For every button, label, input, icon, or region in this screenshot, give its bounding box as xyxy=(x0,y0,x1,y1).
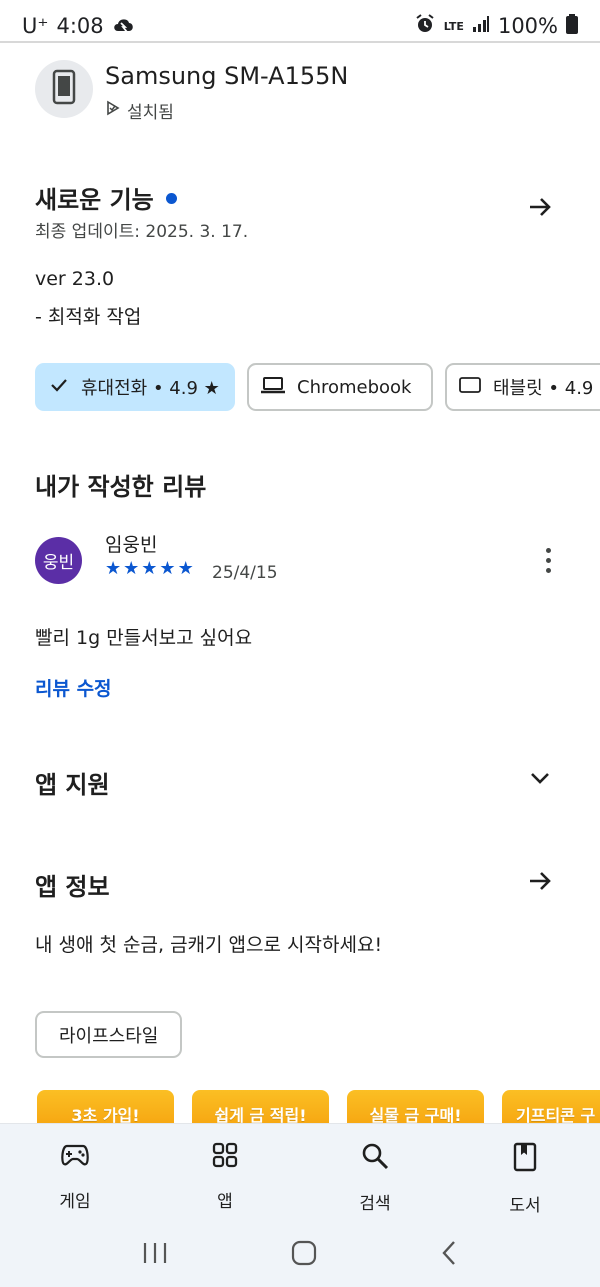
star-icon: ★ xyxy=(141,558,158,579)
device-avatar xyxy=(35,60,93,118)
apps-grid-icon xyxy=(212,1142,238,1173)
chevron-down-icon xyxy=(528,766,552,794)
status-divider xyxy=(0,41,600,43)
battery-level: 100% xyxy=(497,14,558,38)
signal-icon xyxy=(472,14,490,38)
nav-books[interactable]: 도서 xyxy=(475,1142,575,1216)
reviewer-name: 임웅빈 xyxy=(105,534,158,556)
battery-icon xyxy=(566,13,578,39)
app-description: 내 생애 첫 순금, 금캐기 앱으로 시작하세요! xyxy=(35,934,383,956)
my-review-title: 내가 작성한 리뷰 xyxy=(35,473,207,501)
alarm-icon xyxy=(414,13,436,40)
category-chip[interactable]: 라이프스타일 xyxy=(35,1011,183,1058)
network-type: LTE xyxy=(443,19,464,33)
whats-new-title: 새로운 기능 xyxy=(35,180,177,215)
chip-chromebook-label: Chromebook xyxy=(297,376,412,398)
review-rating-stars: ★ ★ ★ ★ ★ xyxy=(105,558,194,579)
new-indicator-dot xyxy=(165,192,177,204)
tablet-icon xyxy=(459,376,481,399)
play-installed-icon xyxy=(105,100,121,121)
cloud-sync-icon xyxy=(112,13,136,40)
review-text: 빨리 1g 만들서보고 싶어요 xyxy=(35,627,253,649)
installed-status: 설치됨 xyxy=(105,98,174,123)
review-date: 25/4/15 xyxy=(212,563,278,583)
recent-apps-icon[interactable] xyxy=(142,1241,168,1269)
status-left: U⁺ 4:08 xyxy=(22,13,136,40)
gamepad-icon xyxy=(60,1142,90,1173)
star-icon: ★ xyxy=(159,558,176,579)
whats-new-arrow-button[interactable] xyxy=(520,189,560,229)
carrier-label: U⁺ xyxy=(22,14,49,38)
edit-review-link[interactable]: 리뷰 수정 xyxy=(35,674,112,701)
back-icon[interactable] xyxy=(440,1240,458,1270)
review-more-menu-icon[interactable] xyxy=(536,542,560,578)
nav-apps[interactable]: 앱 xyxy=(175,1142,275,1212)
update-note: - 최적화 작업 xyxy=(35,306,142,328)
reviewer-avatar: 웅빈 xyxy=(35,537,82,584)
installed-label: 설치됨 xyxy=(127,103,174,123)
nav-games-label: 게임 xyxy=(59,1192,91,1212)
chip-tablet[interactable]: 태블릿 • 4.9 ★ xyxy=(445,363,600,411)
nav-books-label: 도서 xyxy=(509,1196,541,1216)
system-navigation-bar xyxy=(0,1223,600,1287)
arrow-right-icon xyxy=(526,867,554,899)
chip-chromebook[interactable]: Chromebook xyxy=(247,363,433,411)
arrow-right-icon xyxy=(526,193,554,225)
app-info-title: 앱 정보 xyxy=(35,873,110,901)
chip-phone[interactable]: 휴대전화 • 4.9 ★ xyxy=(35,363,235,411)
status-right: LTE 100% xyxy=(414,13,578,40)
device-row[interactable]: Samsung SM-A155N 설치됨 xyxy=(35,60,348,123)
clock: 4:08 xyxy=(56,14,104,38)
whats-new-title-text: 새로운 기능 xyxy=(35,186,154,214)
laptop-icon xyxy=(261,376,285,399)
star-icon: ★ xyxy=(123,558,140,579)
home-icon[interactable] xyxy=(291,1240,317,1270)
nav-games[interactable]: 게임 xyxy=(25,1142,125,1212)
chip-phone-label: 휴대전화 • 4.9 ★ xyxy=(81,378,220,399)
app-info-arrow-button[interactable] xyxy=(520,863,560,903)
nav-apps-label: 앱 xyxy=(217,1192,233,1212)
bottom-navigation: 게임 앱 검색 도서 xyxy=(0,1123,600,1287)
star-icon: ★ xyxy=(177,558,194,579)
device-name: Samsung SM-A155N xyxy=(105,62,349,90)
nav-search[interactable]: 검색 xyxy=(325,1142,425,1214)
star-icon: ★ xyxy=(105,558,122,579)
status-bar: U⁺ 4:08 LTE 100% xyxy=(0,0,600,52)
nav-search-label: 검색 xyxy=(359,1194,391,1214)
last-updated: 최종 업데이트: 2025. 3. 17. xyxy=(35,222,249,242)
check-icon xyxy=(49,375,69,400)
app-support-expand-button[interactable] xyxy=(520,760,560,800)
phone-icon xyxy=(51,69,77,109)
chip-tablet-label: 태블릿 • 4.9 ★ xyxy=(493,378,600,399)
search-icon xyxy=(361,1142,389,1175)
book-icon xyxy=(513,1142,537,1177)
app-support-title[interactable]: 앱 지원 xyxy=(35,765,110,800)
version-text: ver 23.0 xyxy=(35,268,115,290)
